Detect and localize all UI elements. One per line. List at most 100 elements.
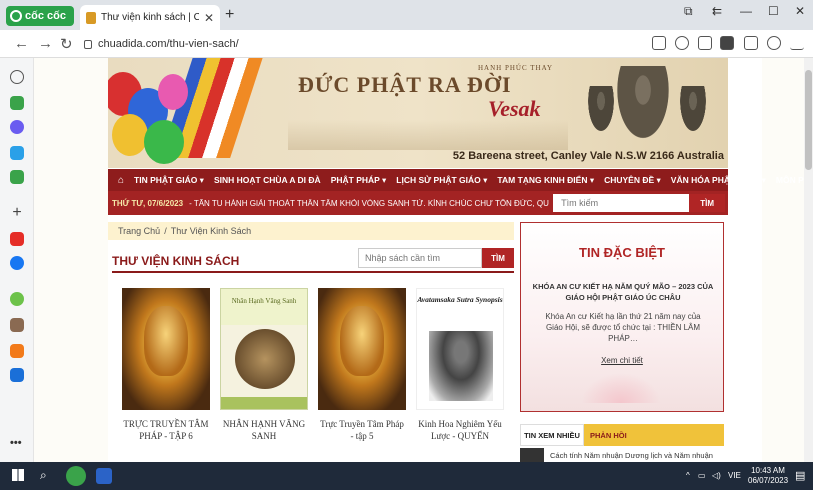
maximize-button[interactable]: ☐ <box>768 4 779 18</box>
tab-list-icon[interactable]: ⇇ <box>712 4 722 18</box>
downloads-icon[interactable] <box>790 36 804 50</box>
bookmark-star-icon[interactable] <box>675 36 689 50</box>
tab-search-icon[interactable]: ⧉ <box>684 4 693 19</box>
tab-title: Thư viện kinh sách | Chùa A <box>101 12 199 23</box>
book-cover[interactable] <box>318 288 406 410</box>
featured-headline[interactable]: KHÓA AN CƯ KIẾT HẠ NĂM QUÝ MÃO – 2023 CỦ… <box>531 281 715 303</box>
tray-arrow-icon[interactable]: ^ <box>686 471 690 480</box>
app-taskbar-icon[interactable] <box>96 468 112 484</box>
notes-icon[interactable] <box>10 146 24 160</box>
menu-item-phat-phap[interactable]: PHẬT PHÁP ▾ <box>331 175 387 186</box>
home-icon[interactable]: ⌂ <box>118 175 124 186</box>
book-cover[interactable]: Avatamsaka Sutra Synopsis <box>416 288 504 410</box>
profile-icon[interactable] <box>767 36 781 50</box>
featured-heading: TIN ĐẶC BIỆT <box>579 245 665 260</box>
browser-app-icon[interactable] <box>10 368 24 382</box>
buddha-statue-graphic <box>586 86 616 136</box>
book-title[interactable]: TRỰC TRUYỀN TÂM PHÁP - TẬP 6 <box>122 418 210 442</box>
breadcrumb-home[interactable]: Trang Chủ <box>118 226 160 236</box>
url-text: chuadida.com/thu-vien-sach/ <box>98 38 239 50</box>
scrollbar-thumb[interactable] <box>805 70 812 170</box>
avatar-app-icon[interactable] <box>10 318 24 332</box>
shield-icon[interactable] <box>698 36 712 50</box>
book-card[interactable]: TRỰC TRUYỀN TÂM PHÁP - TẬP 6 <box>122 288 210 442</box>
news-list-item[interactable]: Cách tính Năm nhuận Dương lịch và Năm nh… <box>520 448 724 462</box>
minimize-button[interactable]: — <box>740 4 752 18</box>
address-bar[interactable]: chuadida.com/thu-vien-sach/ <box>84 34 644 54</box>
close-window-button[interactable]: ✕ <box>795 4 805 18</box>
buddha-group-graphic <box>429 331 493 401</box>
close-tab-icon[interactable]: ✕ <box>204 11 214 25</box>
web-page: HANH PHÚC THAY ĐỨC PHẬT RA ĐỜI Vesak 52 … <box>34 58 804 462</box>
lock-icon <box>84 39 92 49</box>
book-card[interactable]: Avatamsaka Sutra Synopsis Kinh Hoa Nghiê… <box>416 288 504 442</box>
header-banner[interactable]: HANH PHÚC THAY ĐỨC PHẬT RA ĐỜI Vesak 52 … <box>108 58 728 168</box>
reload-button[interactable]: ↻ <box>60 35 73 53</box>
game-icon[interactable] <box>10 170 24 184</box>
windows-start-icon[interactable] <box>12 469 24 481</box>
notification-icon[interactable]: ▤ <box>795 469 805 482</box>
more-icon[interactable]: ••• <box>10 436 24 450</box>
book-title[interactable]: NHÂN HẠNH VÃNG SANH <box>220 418 308 442</box>
featured-more-link[interactable]: Xem chi tiết <box>521 356 723 365</box>
media-app-icon[interactable] <box>10 344 24 358</box>
clock-date: 06/07/2023 <box>748 476 789 485</box>
coccoc-taskbar-icon[interactable] <box>66 466 86 486</box>
language-indicator[interactable]: VIE <box>728 471 741 480</box>
browser-sidebar: + ••• <box>0 58 34 462</box>
tab-comments[interactable]: PHẢN HỒI <box>584 424 724 446</box>
coccoc-menu-button[interactable]: cốc cốc <box>6 6 74 26</box>
tab-popular-news[interactable]: TIN XEM NHIỀU <box>520 424 584 446</box>
forward-button[interactable]: → <box>38 35 53 52</box>
ticker-text[interactable]: - TẤN TU HÀNH GIẢI THOÁT THÂN TÂM KHỎI V… <box>189 199 549 208</box>
menu-item-tam-tang[interactable]: TAM TẠNG KINH ĐIỂN ▾ <box>497 175 594 186</box>
history-icon[interactable] <box>10 70 24 84</box>
book-card[interactable]: Nhân Hạnh Vãng Sanh NHÂN HẠNH VÃNG SANH <box>220 288 308 442</box>
breadcrumb-separator: / <box>164 226 167 236</box>
banner-subtitle: HANH PHÚC THAY <box>478 64 554 72</box>
browser-brand-label: cốc cốc <box>25 10 66 22</box>
back-button[interactable]: ← <box>14 35 29 52</box>
site-search-button[interactable]: TÌM <box>689 194 726 212</box>
buddha-statue-graphic <box>678 86 708 136</box>
extensions-icon[interactable] <box>744 36 758 50</box>
banner-city-graphic <box>288 120 568 150</box>
new-tab-button[interactable]: + <box>225 6 234 24</box>
volume-icon[interactable]: ◁) <box>712 471 721 480</box>
cover-title: Nhân Hạnh Vãng Sanh <box>231 297 297 305</box>
book-search-input[interactable] <box>358 248 482 268</box>
search-icon[interactable]: ⌕ <box>40 468 47 483</box>
ai-assistant-icon[interactable] <box>10 96 24 110</box>
menu-item-chuyen-de[interactable]: CHUYÊN ĐỀ ▾ <box>604 175 661 186</box>
book-cover[interactable]: Nhân Hạnh Vãng Sanh <box>220 288 308 410</box>
taskbar-clock[interactable]: 10:43 AM 06/07/2023 <box>748 466 788 486</box>
menu-item-sinh-hoat[interactable]: SINH HOẠT CHÙA A DI ĐÀ <box>214 175 321 185</box>
browser-tab-active[interactable]: Thư viện kinh sách | Chùa A ✕ <box>80 5 220 30</box>
menu-item-lich-su[interactable]: LỊCH SỬ PHẬT GIÁO ▾ <box>396 175 487 186</box>
youtube-icon[interactable] <box>10 232 24 246</box>
site-container: HANH PHÚC THAY ĐỨC PHẬT RA ĐỜI Vesak 52 … <box>108 58 804 462</box>
facebook-icon[interactable] <box>10 256 24 270</box>
menu-item-tin-phat-giao[interactable]: TIN PHẬT GIÁO ▾ <box>134 175 204 186</box>
messenger-icon[interactable] <box>10 120 24 134</box>
network-icon[interactable]: ▭ <box>698 471 706 480</box>
menu-item-van-hoa[interactable]: VĂN HÓA PHẬT GIÁO ▾ <box>671 175 766 186</box>
add-sidebar-app-icon[interactable]: + <box>10 205 24 221</box>
page-scrollbar[interactable] <box>804 58 813 462</box>
coccoc-logo-icon <box>10 10 22 22</box>
share-icon[interactable] <box>652 36 666 50</box>
featured-excerpt: Khóa An cư Kiết hạ lần thứ 21 năm nay củ… <box>545 312 701 343</box>
book-card[interactable]: Trực Truyền Tâm Pháp - tập 5 <box>318 288 406 442</box>
book-search-button[interactable]: TÌM <box>482 248 514 268</box>
download-savior-icon[interactable] <box>720 36 734 50</box>
site-search-input[interactable] <box>553 194 690 212</box>
book-title[interactable]: Trực Truyền Tâm Pháp - tập 5 <box>318 418 406 442</box>
menu-item-mon-phong[interactable]: MÔN PHONG PHÁP PHÁI ▾ <box>776 175 804 186</box>
breadcrumb: Trang Chủ / Thư Viện Kinh Sách <box>108 222 514 240</box>
buddha-face-graphic <box>144 306 188 376</box>
address-toolbar: ← → ↻ chuadida.com/thu-vien-sach/ <box>0 30 813 58</box>
book-title[interactable]: Kinh Hoa Nghiêm Yếu Lược - QUYỂN <box>416 418 504 442</box>
app-icon[interactable] <box>10 292 24 306</box>
book-cover[interactable] <box>122 288 210 410</box>
news-item-title[interactable]: Cách tính Năm nhuận Dương lịch và Năm nh… <box>550 451 713 460</box>
